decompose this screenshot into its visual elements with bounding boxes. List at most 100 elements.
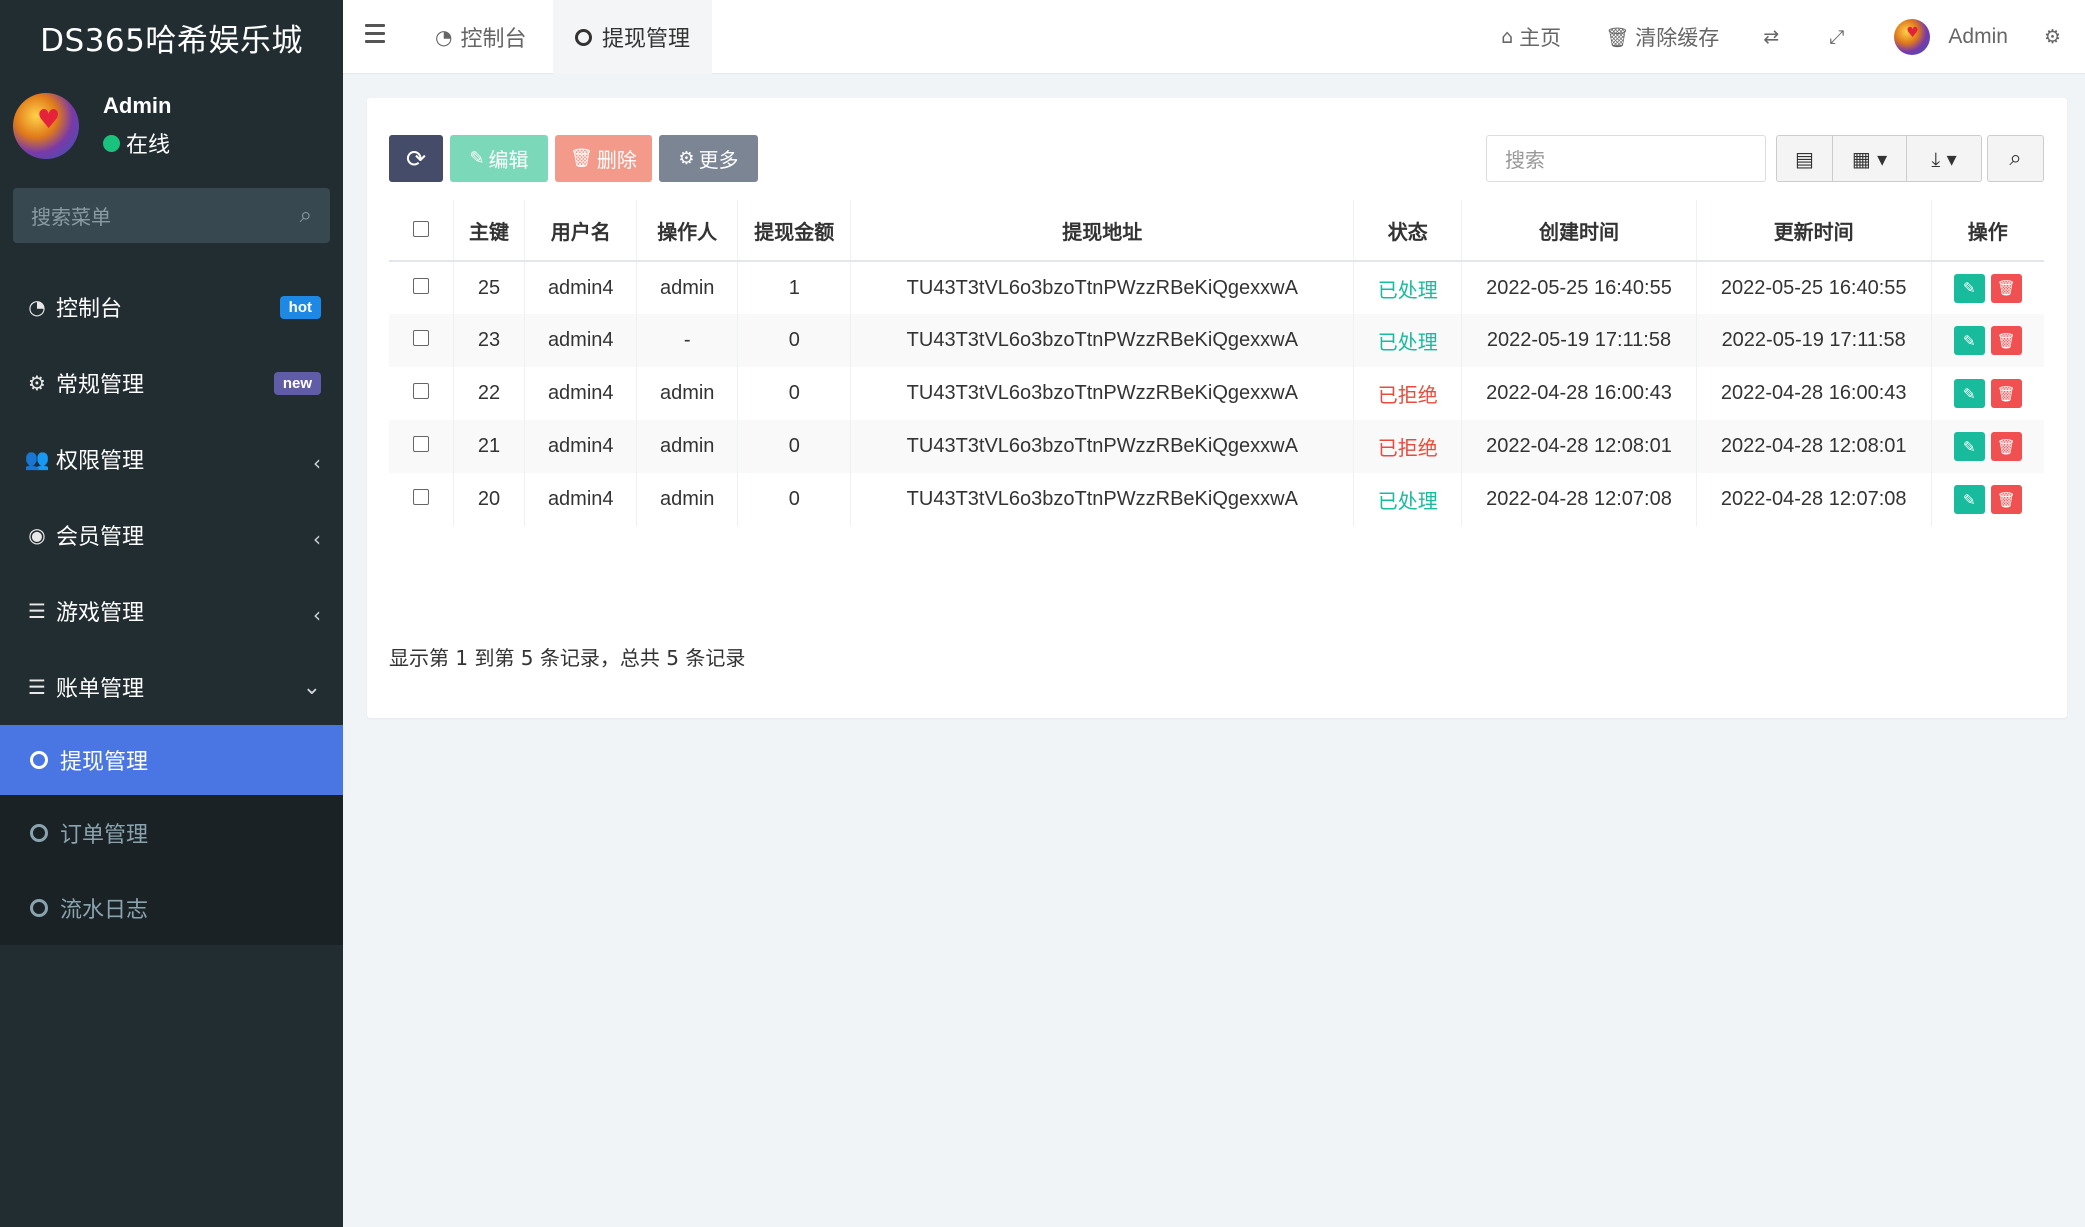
menu-toggle-icon[interactable] [365, 24, 385, 50]
col-header[interactable]: 提现金额 [737, 200, 852, 262]
table-header-row: 主键 用户名 操作人 提现金额 提现地址 状态 创建时间 更新时间 操作 [389, 200, 2044, 262]
search-button[interactable]: ⌕ [1987, 135, 2044, 182]
sidebar-item-label: 常规管理 [56, 373, 145, 398]
language-button[interactable]: ⇄ [1763, 26, 1785, 48]
avatar [13, 93, 79, 159]
chevron-left-icon: ‹ [313, 451, 321, 475]
settings-button[interactable]: ⚙ [2044, 26, 2067, 48]
sidebar-item-games[interactable]: ☰ 游戏管理 ‹ [0, 573, 343, 649]
row-delete-button[interactable]: 🗑 [1990, 273, 2022, 303]
tab-dashboard[interactable]: ◔ 控制台 [413, 0, 548, 74]
home-link[interactable]: ⌂ 主页 [1501, 22, 1561, 52]
col-header[interactable]: 状态 [1353, 200, 1463, 262]
cell-address: TU43T3tVL6o3bzoTtnPWzzRBeKiQgexxwA [850, 420, 1355, 473]
row-edit-button[interactable]: ✎ [1953, 326, 1985, 355]
columns-icon: ▦ ▾ [1851, 146, 1888, 171]
avatar [1894, 19, 1931, 55]
gear-icon: ⚙ [678, 148, 695, 169]
row-checkbox[interactable] [389, 314, 454, 367]
cogs-icon: ⚙ [28, 371, 46, 395]
user-status-text: 在线 [126, 133, 171, 158]
tab-withdraw[interactable]: 提现管理 [553, 0, 713, 74]
select-all-checkbox[interactable] [389, 200, 454, 262]
sidebar-item-withdraw[interactable]: 提现管理 [0, 725, 343, 795]
row-checkbox[interactable] [389, 367, 454, 420]
home-icon: ⌂ [1501, 26, 1514, 48]
cell-amount: 1 [737, 261, 852, 314]
sidebar: DS365哈希娱乐城 Admin 在线 搜索菜单 ⌕ ◔ 控制台 hot ⚙ 常… [0, 0, 343, 1227]
list-alt-icon: ▤ [1795, 146, 1814, 171]
hot-badge: hot [279, 295, 321, 319]
sidebar-item-label: 会员管理 [56, 525, 145, 550]
col-header[interactable]: 主键 [453, 200, 526, 262]
row-edit-button[interactable]: ✎ [1953, 379, 1985, 408]
cell-status: 已拒绝 [1353, 367, 1463, 420]
sidebar-item-dashboard[interactable]: ◔ 控制台 hot [0, 269, 343, 345]
row-delete-button[interactable]: 🗑 [1990, 379, 2022, 408]
columns-dropdown[interactable]: ▦ ▾ [1833, 136, 1907, 181]
table-row[interactable]: 21 admin4 admin 0 TU43T3tVL6o3bzoTtnPWzz… [389, 420, 2044, 473]
table-row[interactable]: 23 admin4 - 0 TU43T3tVL6o3bzoTtnPWzzRBeK… [389, 314, 2044, 367]
table-row[interactable]: 22 admin4 admin 0 TU43T3tVL6o3bzoTtnPWzz… [389, 367, 2044, 420]
circle-icon [30, 898, 48, 917]
export-dropdown[interactable]: ⤓ ▾ [1907, 136, 1981, 181]
clear-cache-button[interactable]: 🗑 清除缓存 [1605, 22, 1719, 52]
row-checkbox[interactable] [389, 261, 454, 314]
fullscreen-icon: ⤢ [1829, 26, 1845, 48]
dashboard-icon: ◔ [435, 25, 453, 49]
sidebar-item-flow-log[interactable]: 流水日志 [0, 870, 343, 945]
tab-label: 提现管理 [602, 27, 691, 52]
edit-button[interactable]: ✎ 编辑 [450, 135, 548, 182]
sidebar-item-members[interactable]: ◉ 会员管理 ‹ [0, 497, 343, 573]
sidebar-item-billing[interactable]: ☰ 账单管理 ⌄ [0, 649, 343, 725]
trash-icon: 🗑 [570, 148, 593, 169]
more-button[interactable]: ⚙ 更多 [659, 135, 758, 182]
refresh-button[interactable]: ⟳ [389, 135, 443, 182]
table-view-tools: ▤ ▦ ▾ ⤓ ▾ [1776, 135, 1982, 182]
online-dot-icon [103, 134, 120, 152]
row-edit-button[interactable]: ✎ [1953, 432, 1985, 461]
fullscreen-button[interactable]: ⤢ [1829, 26, 1850, 48]
row-checkbox[interactable] [389, 473, 454, 526]
search-icon[interactable]: ⌕ [300, 203, 312, 228]
sidebar-item-orders[interactable]: 订单管理 [0, 795, 343, 870]
user-menu[interactable]: Admin [1894, 19, 2008, 55]
table-search-input[interactable]: 搜索 [1486, 135, 1766, 182]
row-edit-button[interactable]: ✎ [1953, 273, 1985, 303]
col-header[interactable]: 用户名 [524, 200, 638, 262]
sidebar-item-label: 权限管理 [56, 449, 145, 474]
table-row[interactable]: 20 admin4 admin 0 TU43T3tVL6o3bzoTtnPWzz… [389, 473, 2044, 526]
col-header[interactable]: 提现地址 [850, 200, 1355, 262]
cell-operator: admin [636, 367, 739, 420]
col-header[interactable]: 更新时间 [1696, 200, 1932, 262]
row-delete-button[interactable]: 🗑 [1990, 485, 2022, 514]
toggle-view-button[interactable]: ▤ [1777, 136, 1833, 181]
table-row[interactable]: 25 admin4 admin 1 TU43T3tVL6o3bzoTtnPWzz… [389, 261, 2044, 314]
row-delete-button[interactable]: 🗑 [1990, 432, 2022, 461]
sidebar-item-permissions[interactable]: 👥 权限管理 ‹ [0, 421, 343, 497]
cell-created: 2022-04-28 16:00:43 [1461, 367, 1697, 420]
cell-operator: admin [636, 420, 739, 473]
delete-button[interactable]: 🗑 删除 [555, 135, 652, 182]
top-navbar: ◔ 控制台 提现管理 ⌂ 主页 🗑 清除缓存 ⇄ ⤢ Admin ⚙ [343, 0, 2085, 74]
cell-updated: 2022-04-28 12:08:01 [1696, 420, 1932, 473]
sidebar-item-general[interactable]: ⚙ 常规管理 new [0, 345, 343, 421]
col-header[interactable]: 创建时间 [1461, 200, 1697, 262]
menu-search-input[interactable]: 搜索菜单 ⌕ [13, 188, 330, 243]
user-status: 在线 [103, 127, 171, 159]
cell-created: 2022-04-28 12:07:08 [1461, 473, 1697, 526]
row-delete-button[interactable]: 🗑 [1990, 326, 2022, 355]
cell-actions: ✎ 🗑 [1931, 420, 2044, 473]
cell-actions: ✎ 🗑 [1931, 261, 2044, 314]
row-checkbox[interactable] [389, 420, 454, 473]
cell-created: 2022-05-19 17:11:58 [1461, 314, 1697, 367]
cell-updated: 2022-04-28 12:07:08 [1696, 473, 1932, 526]
sidebar-item-label: 控制台 [56, 297, 123, 322]
col-header[interactable]: 操作人 [636, 200, 739, 262]
cell-amount: 0 [737, 367, 852, 420]
cell-actions: ✎ 🗑 [1931, 314, 2044, 367]
row-edit-button[interactable]: ✎ [1953, 485, 1985, 514]
cell-amount: 0 [737, 314, 852, 367]
cell-actions: ✎ 🗑 [1931, 367, 2044, 420]
app-logo-title[interactable]: DS365哈希娱乐城 [0, 0, 343, 74]
